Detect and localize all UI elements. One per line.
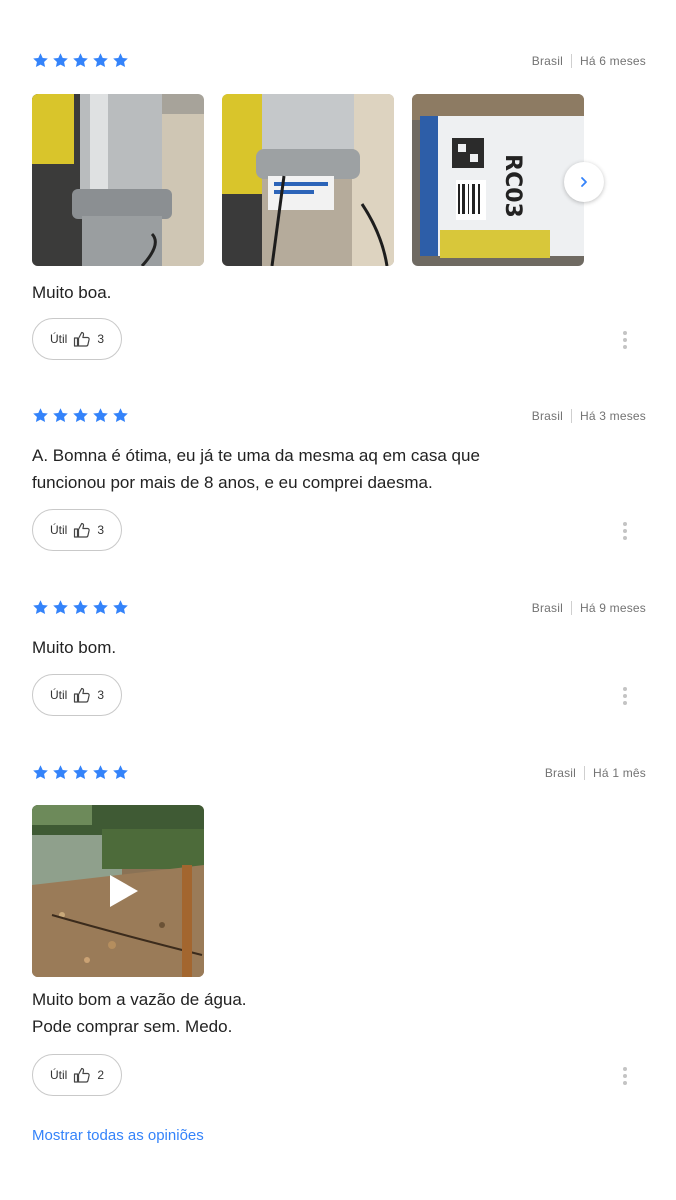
review-country: Brasil bbox=[531, 409, 563, 423]
star-icon bbox=[33, 53, 48, 68]
helpful-label: Útil bbox=[49, 1068, 68, 1082]
review-text-line: Muito bom a vazão de água. bbox=[32, 990, 247, 1009]
review-photos bbox=[32, 805, 204, 977]
star-icon bbox=[53, 765, 68, 780]
review-meta: Brasil Há 3 meses bbox=[532, 409, 646, 423]
helpful-label: Útil bbox=[49, 688, 68, 702]
more-vertical-icon[interactable] bbox=[618, 519, 632, 543]
helpful-count: 3 bbox=[97, 688, 105, 702]
review-photo[interactable] bbox=[32, 94, 204, 266]
star-icon bbox=[33, 765, 48, 780]
more-vertical-icon[interactable] bbox=[618, 328, 632, 352]
star-icon bbox=[113, 408, 128, 423]
review-country: Brasil bbox=[531, 601, 563, 615]
star-icon bbox=[73, 600, 88, 615]
thumbs-up-icon bbox=[74, 687, 91, 703]
review-header: Brasil Há 6 meses bbox=[32, 52, 646, 72]
review-item: Brasil Há 1 mês Muito bom a vazão de águ… bbox=[32, 764, 646, 1096]
review-text: A. Bomna é ótima, eu já te uma da mesma … bbox=[32, 442, 592, 496]
review-photo[interactable]: RC03 bbox=[412, 94, 584, 266]
review-text-line: funcionou por mais de 8 anos, e eu compr… bbox=[32, 473, 433, 492]
review-photos: RC03 bbox=[32, 94, 584, 266]
review-text: Muito bom. bbox=[32, 634, 592, 661]
review-item: Brasil Há 6 meses RC03 Muito boa. Útil 3 bbox=[32, 52, 646, 360]
star-icon bbox=[93, 53, 108, 68]
helpful-button[interactable]: Útil 2 bbox=[32, 1054, 122, 1096]
thumbs-up-icon bbox=[74, 522, 91, 538]
review-date: Há 3 meses bbox=[579, 409, 646, 423]
star-icon bbox=[93, 408, 108, 423]
star-icon bbox=[73, 53, 88, 68]
helpful-count: 3 bbox=[97, 523, 105, 537]
star-icon bbox=[33, 408, 48, 423]
helpful-label: Útil bbox=[49, 332, 68, 346]
review-item: Brasil Há 3 meses A. Bomna é ótima, eu j… bbox=[32, 407, 646, 551]
review-text-line: A. Bomna é ótima, eu já te uma da mesma … bbox=[32, 446, 480, 465]
star-icon bbox=[53, 600, 68, 615]
review-header: Brasil Há 1 mês bbox=[32, 764, 646, 784]
review-text: Muito bom a vazão de água. Pode comprar … bbox=[32, 986, 592, 1040]
review-photo[interactable] bbox=[222, 94, 394, 266]
reviews-list: Brasil Há 6 meses RC03 Muito boa. Útil 3… bbox=[0, 0, 676, 1200]
more-vertical-icon[interactable] bbox=[618, 684, 632, 708]
rating-stars bbox=[32, 52, 129, 69]
show-all-reviews-link[interactable]: Mostrar todas as opiniões bbox=[32, 1127, 204, 1144]
review-text: Muito boa. bbox=[32, 279, 592, 306]
thumbs-up-icon bbox=[74, 1067, 91, 1083]
review-country: Brasil bbox=[544, 766, 577, 780]
review-text-line: Muito boa. bbox=[32, 283, 112, 302]
meta-divider bbox=[570, 409, 572, 423]
review-meta: Brasil Há 9 meses bbox=[532, 601, 646, 615]
star-icon bbox=[53, 408, 68, 423]
review-country: Brasil bbox=[531, 54, 563, 68]
review-header: Brasil Há 3 meses bbox=[32, 407, 646, 427]
helpful-button[interactable]: Útil 3 bbox=[32, 318, 122, 360]
star-icon bbox=[93, 765, 108, 780]
more-vertical-icon[interactable] bbox=[618, 1064, 632, 1088]
helpful-button[interactable]: Útil 3 bbox=[32, 509, 122, 551]
next-photo-button[interactable] bbox=[564, 162, 604, 202]
review-date: Há 1 mês bbox=[593, 766, 646, 780]
review-video[interactable] bbox=[32, 805, 204, 977]
star-icon bbox=[113, 53, 128, 68]
review-meta: Brasil Há 6 meses bbox=[532, 54, 646, 68]
chevron-right-icon bbox=[581, 177, 587, 187]
review-meta: Brasil Há 1 mês bbox=[545, 766, 646, 780]
review-header: Brasil Há 9 meses bbox=[32, 599, 646, 619]
thumbs-up-icon bbox=[74, 331, 91, 347]
star-icon bbox=[73, 765, 88, 780]
rating-stars bbox=[32, 407, 129, 424]
helpful-button[interactable]: Útil 3 bbox=[32, 674, 122, 716]
star-icon bbox=[93, 600, 108, 615]
play-icon bbox=[110, 875, 138, 907]
helpful-label: Útil bbox=[49, 523, 68, 537]
meta-divider bbox=[584, 766, 586, 780]
rating-stars bbox=[32, 599, 129, 616]
review-date: Há 9 meses bbox=[579, 601, 646, 615]
helpful-count: 3 bbox=[97, 332, 105, 346]
review-text-line: Muito bom. bbox=[32, 638, 117, 657]
meta-divider bbox=[570, 54, 572, 68]
rating-stars bbox=[32, 764, 129, 781]
review-item: Brasil Há 9 meses Muito bom. Útil 3 bbox=[32, 599, 646, 716]
star-icon bbox=[33, 600, 48, 615]
review-date: Há 6 meses bbox=[579, 54, 646, 68]
star-icon bbox=[53, 53, 68, 68]
box-code-label: RC03 bbox=[500, 154, 525, 218]
review-text-line: Pode comprar sem. Medo. bbox=[32, 1017, 233, 1036]
star-icon bbox=[113, 765, 128, 780]
star-icon bbox=[113, 600, 128, 615]
helpful-count: 2 bbox=[97, 1068, 105, 1082]
star-icon bbox=[73, 408, 88, 423]
meta-divider bbox=[570, 601, 572, 615]
